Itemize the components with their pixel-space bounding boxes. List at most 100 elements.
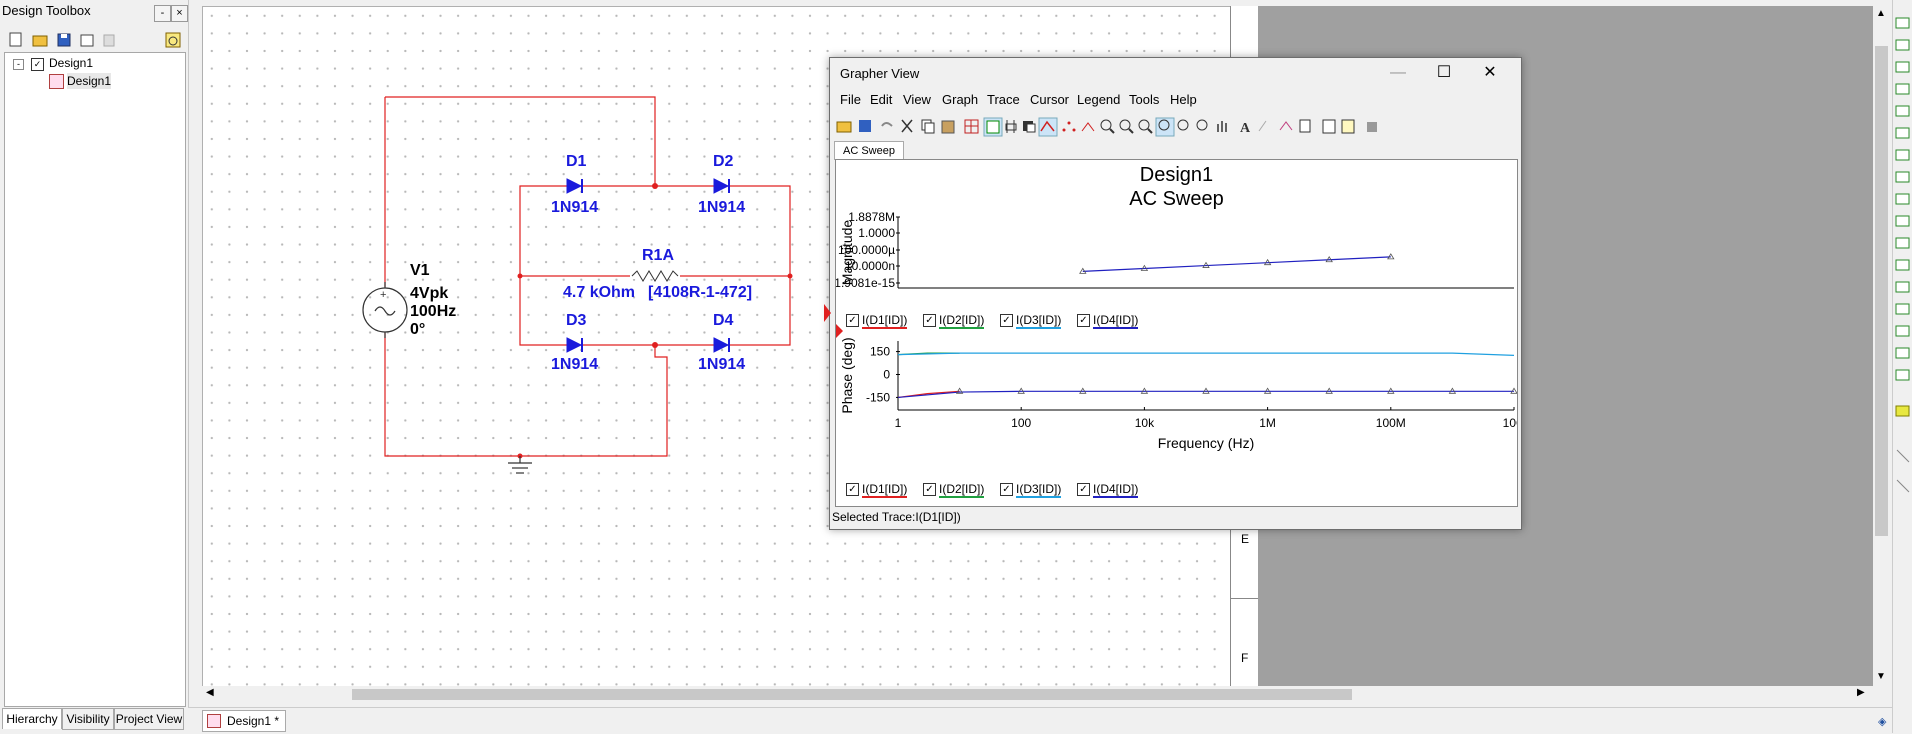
menu-tools[interactable]: Tools: [1129, 92, 1159, 107]
hscroll-thumb[interactable]: [352, 689, 1352, 700]
legend-checkbox[interactable]: ✓: [846, 314, 859, 328]
legend-bottom-d4[interactable]: ✓ I(D4[ID]): [1077, 482, 1139, 498]
legend-checkbox[interactable]: ✓: [846, 483, 859, 497]
points-icon[interactable]: [1062, 121, 1076, 132]
legend-icon[interactable]: [983, 117, 1003, 137]
scroll-thumb[interactable]: [1875, 46, 1888, 536]
text-icon[interactable]: A: [1240, 121, 1251, 136]
scroll-left-icon[interactable]: ◀: [206, 687, 214, 698]
menu-edit[interactable]: Edit: [870, 92, 892, 107]
zoom-y-icon[interactable]: [1196, 119, 1208, 131]
page2-icon[interactable]: [1341, 119, 1355, 134]
plus-sign: +: [380, 289, 386, 301]
frequency-tick-label: 1: [895, 416, 902, 430]
paste-icon[interactable]: [941, 120, 955, 134]
menu-legend[interactable]: Legend: [1077, 92, 1120, 107]
diode-d4-symbol[interactable]: [713, 337, 730, 353]
label-d3: D3: [566, 312, 587, 329]
legend-checkbox[interactable]: ✓: [1077, 314, 1090, 328]
zoom-in-icon[interactable]: [1100, 119, 1115, 134]
export-icon[interactable]: [1279, 121, 1293, 131]
legend-top-d4[interactable]: ✓ I(D4[ID]): [1077, 313, 1139, 329]
copy-icon[interactable]: [921, 119, 935, 134]
junction-dots: [517, 183, 793, 459]
grapher-title: Grapher View: [840, 66, 920, 81]
plot-area[interactable]: Design1 AC Sweep 1.8878M 1.0000 100.0000µ 1…: [835, 159, 1518, 507]
legend-checkbox[interactable]: ✓: [1077, 483, 1090, 497]
menu-graph[interactable]: Graph: [942, 92, 978, 107]
zoom-area-icon[interactable]: [1138, 119, 1153, 134]
undo-icon[interactable]: [881, 122, 893, 127]
lines-points-icon[interactable]: [1081, 122, 1095, 132]
menu-file[interactable]: File: [840, 92, 861, 107]
wires: [384, 96, 791, 457]
properties-icon[interactable]: [1299, 119, 1311, 133]
label-d1: D1: [566, 153, 587, 170]
legend-checkbox[interactable]: ✓: [923, 483, 936, 497]
ground-symbol[interactable]: [508, 456, 532, 474]
frequency-tick-label: 100: [1011, 416, 1031, 430]
menu-help[interactable]: Help: [1170, 92, 1197, 107]
scroll-right-icon[interactable]: ▶: [1857, 687, 1865, 698]
phase-tick-label: -150: [866, 390, 890, 404]
phase-tick-label: 0: [883, 368, 890, 382]
scroll-down-icon[interactable]: ▼: [1876, 671, 1886, 682]
legend-bottom-d2[interactable]: ✓ I(D2[ID]): [923, 482, 985, 498]
menu-trace[interactable]: Trace: [987, 92, 1020, 107]
grid-icon[interactable]: [964, 119, 979, 134]
legend-bottom-d3[interactable]: ✓ I(D3[ID]): [1000, 482, 1062, 498]
diode-d1-symbol[interactable]: [566, 178, 583, 194]
legend-label: I(D2[ID]): [939, 482, 985, 498]
magnitude-series-line: [1082, 256, 1391, 272]
lines-icon[interactable]: [1038, 117, 1058, 137]
label-r1a-part: [4108R-1-472]: [648, 284, 753, 301]
status-bar: Selected Trace:I(D1[ID]): [832, 510, 961, 524]
tab-ac-sweep[interactable]: AC Sweep: [834, 141, 904, 160]
cut-icon[interactable]: [901, 119, 913, 133]
pan-icon[interactable]: [1217, 121, 1227, 132]
legend-checkbox[interactable]: ✓: [1000, 483, 1013, 497]
label-d2: D2: [713, 153, 734, 170]
legend-label: I(D3[ID]): [1016, 482, 1062, 498]
menu-cursor[interactable]: Cursor: [1030, 92, 1069, 107]
page-icon[interactable]: [1322, 119, 1336, 134]
label-r1a-value: 4.7 kOhm: [563, 284, 636, 301]
legend-checkbox[interactable]: ✓: [1000, 314, 1013, 328]
magnitude-tick-label: 1.8878M: [848, 210, 895, 224]
legend-label: I(D4[ID]): [1093, 313, 1139, 329]
vertical-scrollbar[interactable]: ▲ ▼: [1873, 6, 1891, 686]
scroll-up-icon[interactable]: ▲: [1876, 8, 1886, 19]
label-icon: [1258, 120, 1267, 132]
zoom-full-icon[interactable]: [1155, 117, 1175, 137]
open-icon[interactable]: [836, 121, 852, 133]
frequency-tick-label: 100M: [1376, 416, 1406, 430]
maximize-button[interactable]: ☐: [1421, 58, 1467, 88]
cursor-icon[interactable]: [1005, 120, 1017, 133]
legend-bottom-d1[interactable]: ✓ I(D1[ID]): [846, 482, 908, 498]
close-button[interactable]: ✕: [1467, 58, 1513, 88]
zoom-x-icon[interactable]: [1177, 119, 1189, 131]
legend-top-d1[interactable]: ✓ I(D1[ID]): [846, 313, 908, 329]
legend-top-d2[interactable]: ✓ I(D2[ID]): [923, 313, 985, 329]
grapher-view-window[interactable]: Grapher View — ☐ ✕ File Edit View Graph …: [824, 57, 1522, 530]
diode-d2-symbol[interactable]: [713, 178, 730, 194]
horizontal-scrollbar[interactable]: ◀ ▶: [202, 686, 1873, 702]
legend-label: I(D1[ID]): [862, 482, 908, 498]
frequency-tick-label: 1M: [1259, 416, 1276, 430]
instrument-icons[interactable]: [1893, 0, 1912, 520]
menu-view[interactable]: View: [903, 92, 931, 107]
diode-d3-symbol[interactable]: [566, 337, 583, 353]
chart: 1.8878M1.0000100.0000µ10.0000n1.9081e-15…: [836, 210, 1517, 451]
selection-marker-icon: [822, 304, 832, 325]
magnitude-tick-label: 1.0000: [858, 226, 895, 240]
overlay-icon[interactable]: [1023, 121, 1036, 133]
minimize-button[interactable]: —: [1375, 58, 1421, 88]
phase-axis-label: Phase (deg): [839, 337, 855, 413]
phase-tick-label: 150: [870, 345, 890, 359]
stop-icon: [1367, 122, 1377, 132]
resistor-r1a-symbol[interactable]: [630, 270, 680, 282]
save-icon[interactable]: [859, 120, 871, 132]
legend-checkbox[interactable]: ✓: [923, 314, 936, 328]
zoom-out-icon[interactable]: [1119, 119, 1134, 134]
legend-top-d3[interactable]: ✓ I(D3[ID]): [1000, 313, 1062, 329]
